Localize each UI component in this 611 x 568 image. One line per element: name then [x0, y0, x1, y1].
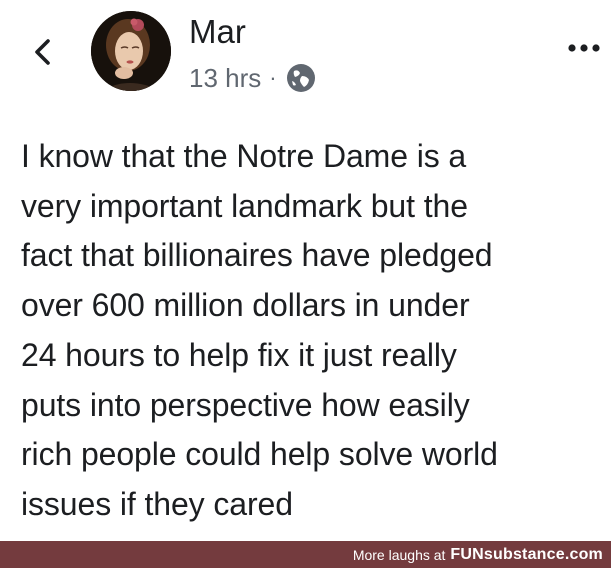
footer-caption: More laughs at — [352, 546, 446, 563]
post-text: I know that the Notre Dame is a very imp… — [21, 138, 498, 522]
ellipsis-icon — [568, 44, 600, 52]
chevron-left-icon — [35, 39, 50, 65]
avatar-portrait-icon — [91, 11, 171, 91]
footer-site-link[interactable]: FUNsubstance.com — [450, 546, 603, 564]
globe-icon[interactable] — [285, 62, 317, 94]
back-button[interactable] — [28, 36, 56, 68]
watermark-footer[interactable]: More laughs at FUNsubstance.com — [0, 541, 611, 568]
post-meta: 13 hrs · — [189, 60, 317, 96]
author-name[interactable]: Mar — [189, 12, 246, 52]
avatar[interactable] — [91, 11, 171, 91]
meta-separator: · — [269, 65, 277, 90]
post-header: Mar 13 hrs · — [0, 0, 611, 110]
timestamp[interactable]: 13 hrs — [189, 60, 261, 96]
more-options-button[interactable] — [566, 40, 606, 56]
